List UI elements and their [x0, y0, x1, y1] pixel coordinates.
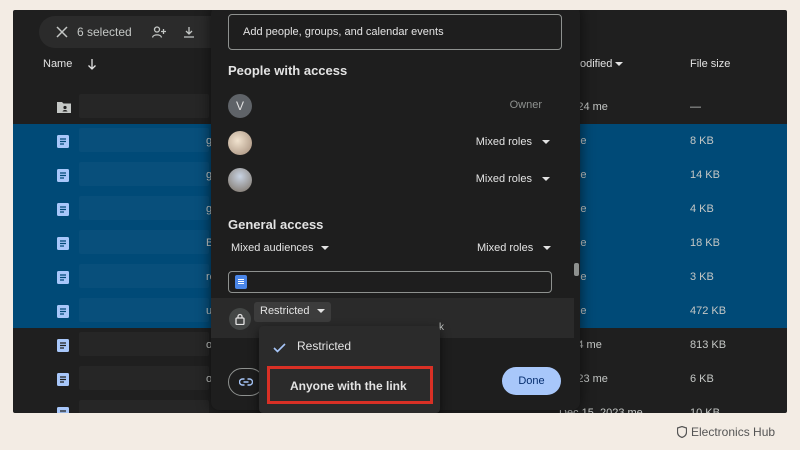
role-dropdown[interactable]: Mixed roles	[476, 173, 550, 185]
watermark: Electronics Hub	[677, 425, 775, 439]
access-level-dropdown[interactable]: Restricted	[254, 302, 331, 322]
caret-down-icon	[316, 309, 325, 314]
doc-icon	[56, 270, 70, 285]
access-level-label: Restricted	[260, 305, 310, 317]
caret-down-icon	[320, 246, 329, 251]
link-icon	[238, 373, 254, 391]
share-add-person-icon[interactable]	[144, 17, 174, 47]
role-label: Mixed roles	[475, 136, 532, 148]
modified-header-label: odified	[580, 58, 613, 70]
redacted-name	[79, 298, 209, 322]
redacted-name	[79, 264, 209, 288]
caret-down-icon	[542, 140, 550, 145]
caret-down-icon	[542, 177, 550, 182]
sort-arrow-icon[interactable]	[87, 58, 97, 73]
doc-icon	[235, 275, 247, 289]
redacted-name	[79, 196, 209, 220]
general-access-title: General access	[228, 217, 324, 232]
doc-icon	[56, 168, 70, 183]
doc-icon	[56, 236, 70, 251]
redacted-name	[79, 94, 209, 118]
access-options-menu: Restricted Anyone with the link	[259, 326, 440, 413]
shield-logo-icon	[677, 426, 687, 438]
file-size: 6 KB	[690, 373, 714, 385]
file-size: 8 KB	[690, 135, 714, 147]
selected-count: 6 selected	[77, 25, 132, 39]
redacted-name	[79, 128, 209, 152]
file-size: 14 KB	[690, 169, 720, 181]
file-size: 813 KB	[690, 339, 727, 351]
redacted-name	[79, 366, 209, 390]
file-size: 10 KB	[690, 407, 720, 413]
general-role-dropdown[interactable]: Mixed roles	[477, 242, 552, 254]
file-size-column-header[interactable]: File size	[690, 58, 730, 70]
person-row: Mixed roles	[228, 129, 568, 157]
file-size: —	[690, 101, 701, 113]
avatar	[228, 131, 252, 155]
menu-option-restricted[interactable]: Restricted	[259, 330, 440, 360]
file-size: 18 KB	[690, 237, 720, 249]
shared-folder-icon	[56, 100, 71, 115]
doc-icon	[56, 304, 70, 319]
avatar	[228, 168, 252, 192]
menu-option-label: Restricted	[297, 339, 352, 353]
role-dropdown[interactable]: Mixed roles	[476, 136, 550, 148]
lock-icon	[229, 308, 251, 330]
audience-label: Mixed audiences	[231, 242, 314, 254]
owner-label: Owner	[509, 99, 542, 111]
checkmark-icon	[273, 340, 286, 358]
doc-icon	[56, 338, 70, 353]
drive-window: 6 selected Name odified File size , 2024…	[13, 10, 787, 413]
document-field[interactable]	[228, 271, 552, 293]
add-people-input[interactable]: Add people, groups, and calendar events	[228, 14, 562, 50]
modified-column-header[interactable]: odified	[580, 58, 624, 70]
file-size: 472 KB	[690, 305, 727, 317]
file-size: 3 KB	[690, 271, 714, 283]
redacted-name	[79, 400, 209, 413]
redacted-name	[79, 230, 209, 254]
dialog-scrollbar[interactable]	[574, 263, 579, 276]
person-row-owner: V Owner	[228, 92, 568, 120]
watermark-text: Electronics Hub	[691, 425, 776, 439]
redacted-name	[79, 332, 209, 356]
avatar: V	[228, 94, 252, 118]
caret-down-icon	[543, 246, 552, 251]
file-size: 4 KB	[690, 203, 714, 215]
role-label: Mixed roles	[475, 173, 532, 185]
dropdown-caret-icon	[615, 62, 624, 67]
people-with-access-title: People with access	[228, 63, 348, 78]
person-row: Mixed roles	[228, 166, 568, 194]
close-icon[interactable]	[47, 17, 77, 47]
general-role-label: Mixed roles	[477, 242, 534, 254]
doc-icon	[56, 406, 70, 413]
menu-option-anyone-with-link[interactable]: Anyone with the link	[267, 366, 433, 404]
audience-dropdown[interactable]: Mixed audiences	[231, 242, 329, 254]
doc-icon	[56, 202, 70, 217]
doc-icon	[56, 372, 70, 387]
doc-icon	[56, 134, 70, 149]
name-column-header[interactable]: Name	[43, 58, 72, 70]
redacted-name	[79, 162, 209, 186]
download-icon[interactable]	[174, 17, 204, 47]
menu-option-label: Anyone with the link	[290, 379, 407, 393]
done-button[interactable]: Done	[502, 367, 561, 395]
